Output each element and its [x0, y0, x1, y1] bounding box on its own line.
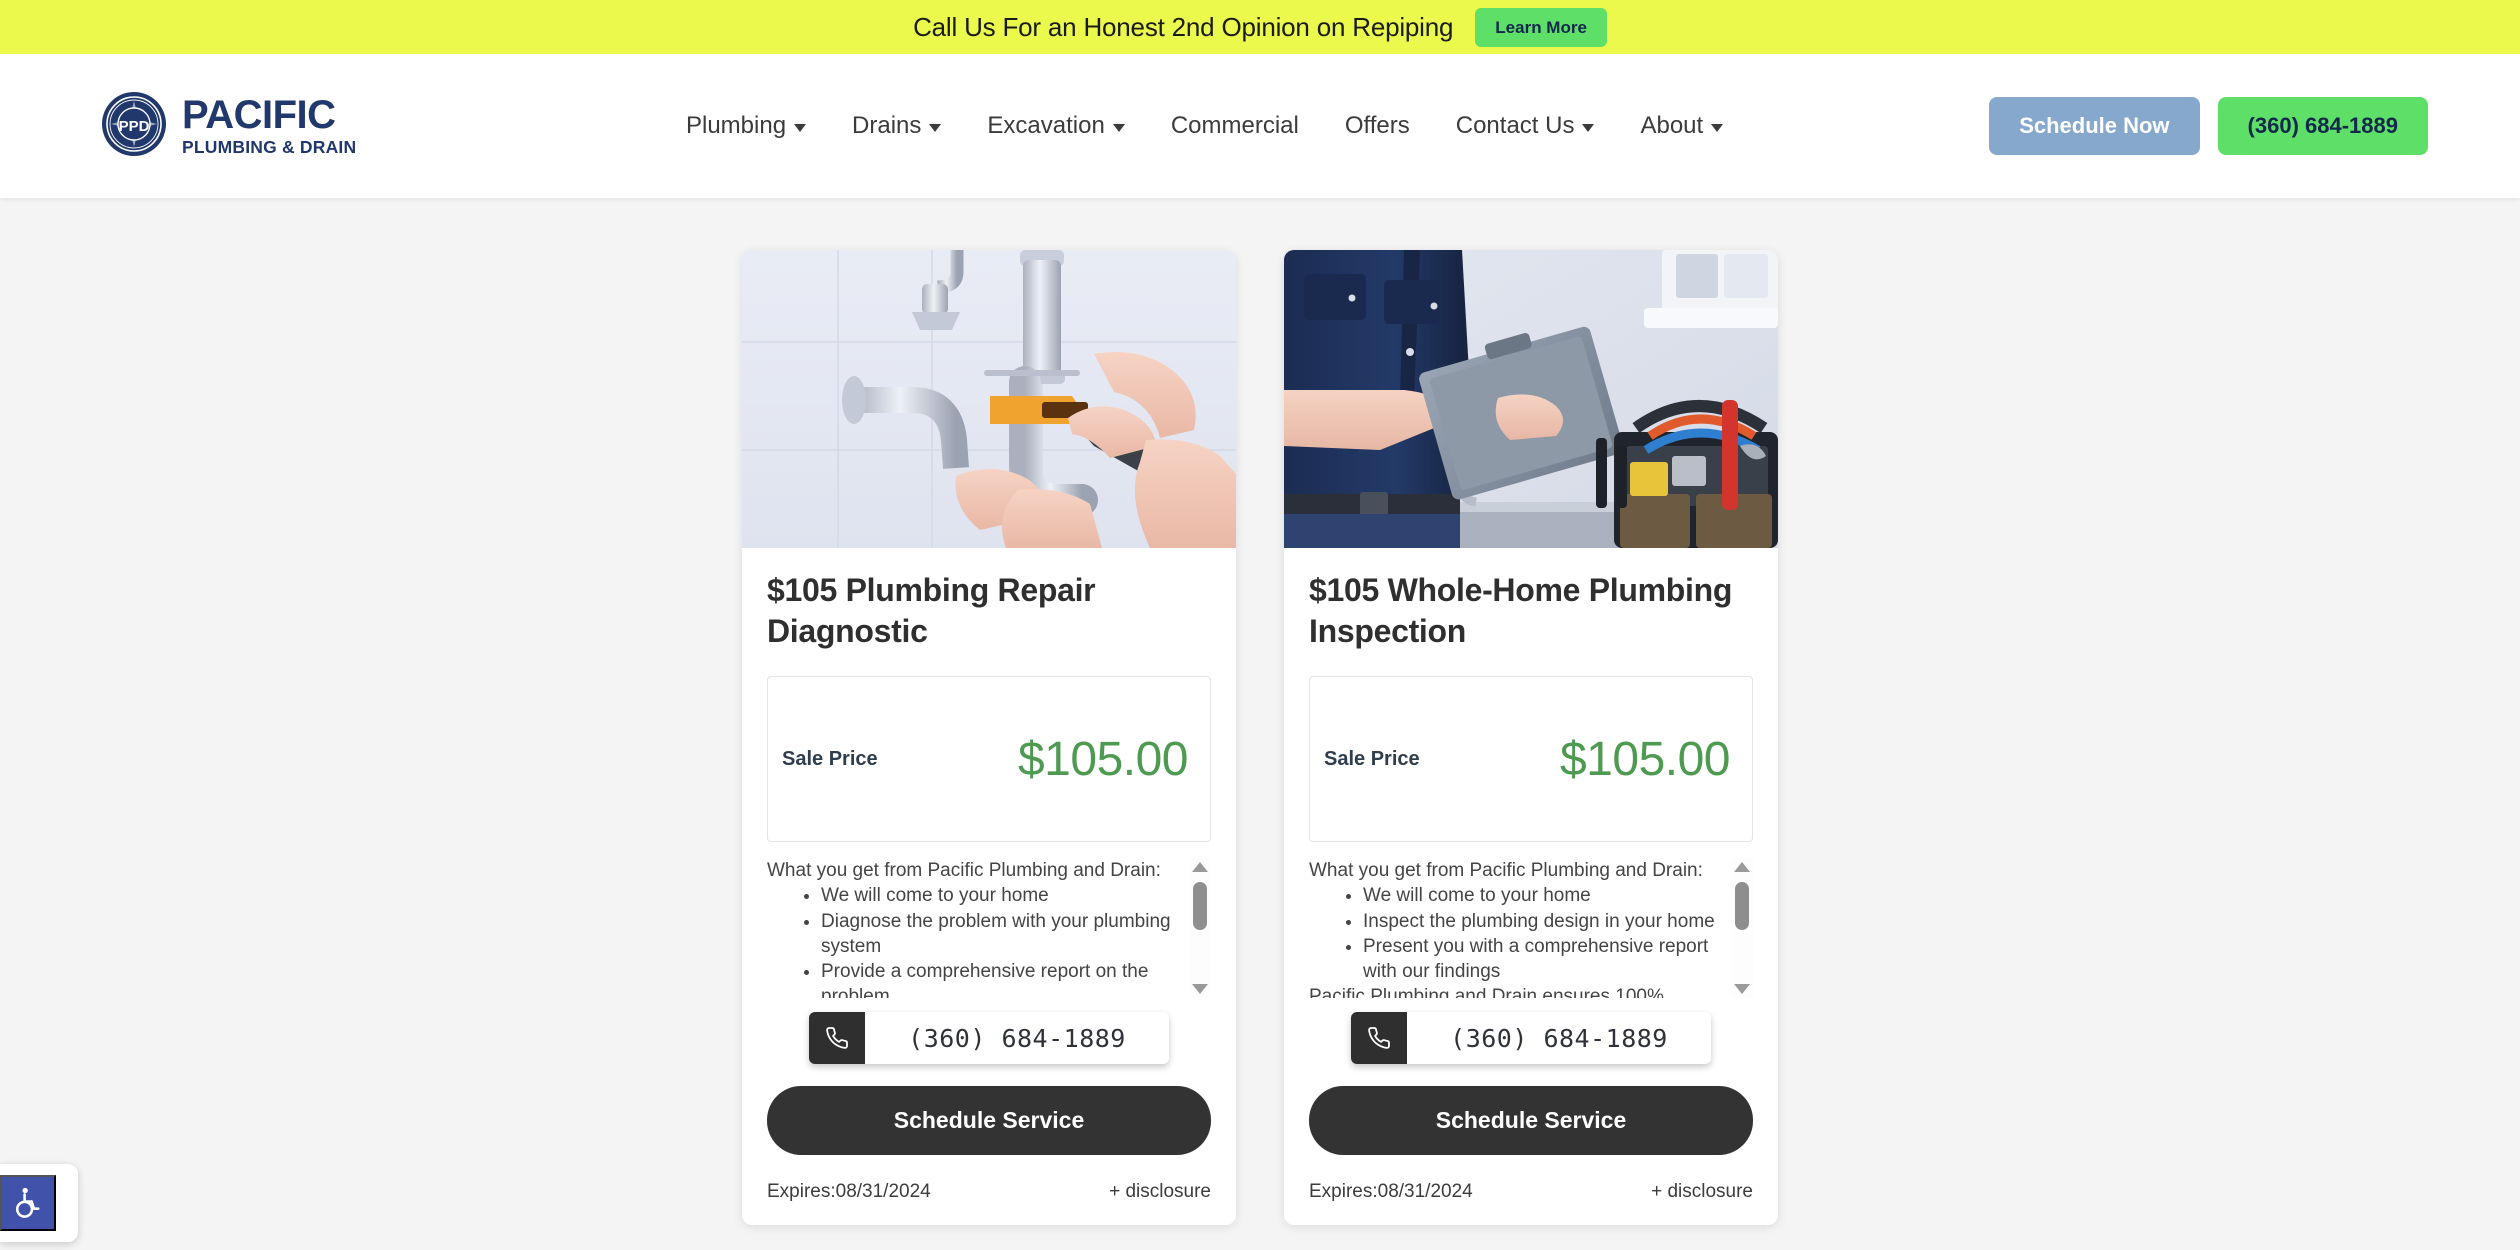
offer-image-plumbing-repair	[742, 250, 1236, 548]
details-intro: What you get from Pacific Plumbing and D…	[1309, 860, 1703, 881]
nav-label: Excavation	[987, 112, 1105, 139]
sale-price-label: Sale Price	[782, 747, 878, 770]
offer-phone-row: (360) 684-1889	[767, 1012, 1211, 1064]
nav-item-excavation[interactable]: Excavation	[987, 112, 1125, 140]
list-item: Inspect the plumbing design in your home	[1363, 909, 1719, 934]
details-bullet-list: We will come to your home Inspect the pl…	[1363, 883, 1719, 984]
offer-card-footer: Expires:08/31/2024 + disclosure	[1284, 1155, 1778, 1225]
scrollbar-thumb[interactable]	[1193, 882, 1207, 930]
scrollbar-thumb[interactable]	[1735, 882, 1749, 930]
scroll-up-arrow-icon[interactable]	[1192, 862, 1208, 872]
chevron-down-icon	[1582, 123, 1595, 132]
schedule-service-button[interactable]: Schedule Service	[1309, 1086, 1753, 1155]
details-outro: Pacific Plumbing and Drain ensures 100% …	[1309, 986, 1664, 998]
offer-title: $105 Plumbing Repair Diagnostic	[767, 572, 1096, 649]
scroll-down-arrow-icon[interactable]	[1734, 984, 1750, 994]
offer-image-home-inspection	[1284, 250, 1778, 548]
nav-label: Contact Us	[1455, 112, 1575, 139]
accessibility-widget	[0, 1164, 78, 1242]
list-item: Present you with a comprehensive report …	[1363, 934, 1719, 985]
offer-phone-number: (360) 684-1889	[1450, 1023, 1668, 1053]
ppd-seal-icon: PPD	[100, 90, 168, 163]
nav-item-offers[interactable]: Offers	[1345, 112, 1410, 140]
chevron-down-icon	[794, 123, 807, 132]
list-item: Provide a comprehensive report on the pr…	[821, 959, 1177, 998]
nav-item-plumbing[interactable]: Plumbing	[685, 112, 807, 140]
header-phone-button[interactable]: (360) 684-1889	[2217, 97, 2428, 155]
promo-banner: Call Us For an Honest 2nd Opinion on Rep…	[0, 0, 2520, 54]
nav-label: Commercial	[1170, 112, 1299, 139]
details-scrollbar[interactable]	[1731, 858, 1753, 998]
nav-label: Plumbing	[685, 112, 787, 139]
details-scrollbar[interactable]	[1189, 858, 1211, 998]
nav-item-drains[interactable]: Drains	[852, 112, 942, 140]
offer-expiry: Expires:08/31/2024	[767, 1181, 931, 1202]
promo-banner-text: Call Us For an Honest 2nd Opinion on Rep…	[913, 11, 1454, 42]
offer-expiry: Expires:08/31/2024	[1309, 1181, 1473, 1202]
header-actions: Schedule Now (360) 684-1889	[1989, 97, 2428, 155]
offer-card-body: $105 Whole-Home Plumbing Inspection Sale…	[1284, 548, 1778, 1064]
list-item: We will come to your home	[821, 883, 1177, 908]
disclosure-toggle[interactable]: + disclosure	[1651, 1181, 1753, 1203]
site-logo[interactable]: PPD PACIFIC PLUMBING & DRAIN	[100, 90, 420, 163]
offer-card-footer: Expires:08/31/2024 + disclosure	[742, 1155, 1236, 1225]
phone-icon	[809, 1012, 865, 1064]
offer-phone-button[interactable]: (360) 684-1889	[809, 1012, 1169, 1064]
nav-item-commercial[interactable]: Commercial	[1171, 112, 1299, 140]
schedule-service-button[interactable]: Schedule Service	[767, 1086, 1211, 1155]
offer-details: What you get from Pacific Plumbing and D…	[1309, 858, 1753, 998]
nav-label: About	[1640, 112, 1704, 139]
price-box: Sale Price $105.00	[1309, 676, 1753, 842]
sale-price-label: Sale Price	[1324, 747, 1420, 770]
offer-card: $105 Whole-Home Plumbing Inspection Sale…	[1284, 250, 1778, 1225]
schedule-now-button[interactable]: Schedule Now	[1989, 97, 2200, 155]
offer-phone-row: (360) 684-1889	[1309, 1012, 1753, 1064]
offer-details: What you get from Pacific Plumbing and D…	[767, 858, 1211, 998]
chevron-down-icon	[1711, 123, 1724, 132]
offer-phone-number: (360) 684-1889	[908, 1023, 1126, 1053]
offer-card-body: $105 Plumbing Repair Diagnostic Sale Pri…	[742, 548, 1236, 1064]
chevron-down-icon	[1112, 123, 1125, 132]
chevron-down-icon	[929, 123, 942, 132]
offer-card: $105 Plumbing Repair Diagnostic Sale Pri…	[742, 250, 1236, 1225]
scroll-up-arrow-icon[interactable]	[1734, 862, 1750, 872]
nav-label: Drains	[852, 112, 922, 139]
details-bullet-list: We will come to your home Diagnose the p…	[821, 883, 1177, 998]
nav-item-contact-us[interactable]: Contact Us	[1456, 112, 1595, 140]
nav-label: Offers	[1344, 112, 1410, 139]
logo-tagline: PLUMBING & DRAIN	[182, 137, 357, 158]
scroll-down-arrow-icon[interactable]	[1192, 984, 1208, 994]
offers-section: $105 Plumbing Repair Diagnostic Sale Pri…	[0, 198, 2520, 1225]
svg-text:PPD: PPD	[119, 118, 150, 135]
site-header: PPD PACIFIC PLUMBING & DRAIN Plumbing Dr…	[0, 54, 2520, 198]
list-item: Diagnose the problem with your plumbing …	[821, 909, 1177, 960]
offer-details-text: What you get from Pacific Plumbing and D…	[767, 858, 1189, 998]
learn-more-button[interactable]: Learn More	[1475, 7, 1607, 47]
main-navigation: Plumbing Drains Excavation Commercial Of…	[420, 112, 1989, 140]
phone-icon	[1351, 1012, 1407, 1064]
sale-price-value: $105.00	[1559, 732, 1731, 786]
nav-item-about[interactable]: About	[1640, 112, 1724, 140]
offer-phone-button[interactable]: (360) 684-1889	[1351, 1012, 1711, 1064]
list-item: We will come to your home	[1363, 883, 1719, 908]
offer-title: $105 Whole-Home Plumbing Inspection	[1309, 572, 1733, 649]
logo-name: PACIFIC	[182, 93, 336, 138]
sale-price-value: $105.00	[1017, 732, 1189, 786]
details-intro: What you get from Pacific Plumbing and D…	[767, 860, 1161, 881]
disclosure-toggle[interactable]: + disclosure	[1109, 1181, 1211, 1203]
price-box: Sale Price $105.00	[767, 676, 1211, 842]
offer-details-text: What you get from Pacific Plumbing and D…	[1309, 858, 1731, 998]
wheelchair-accessibility-icon[interactable]	[0, 1175, 56, 1231]
